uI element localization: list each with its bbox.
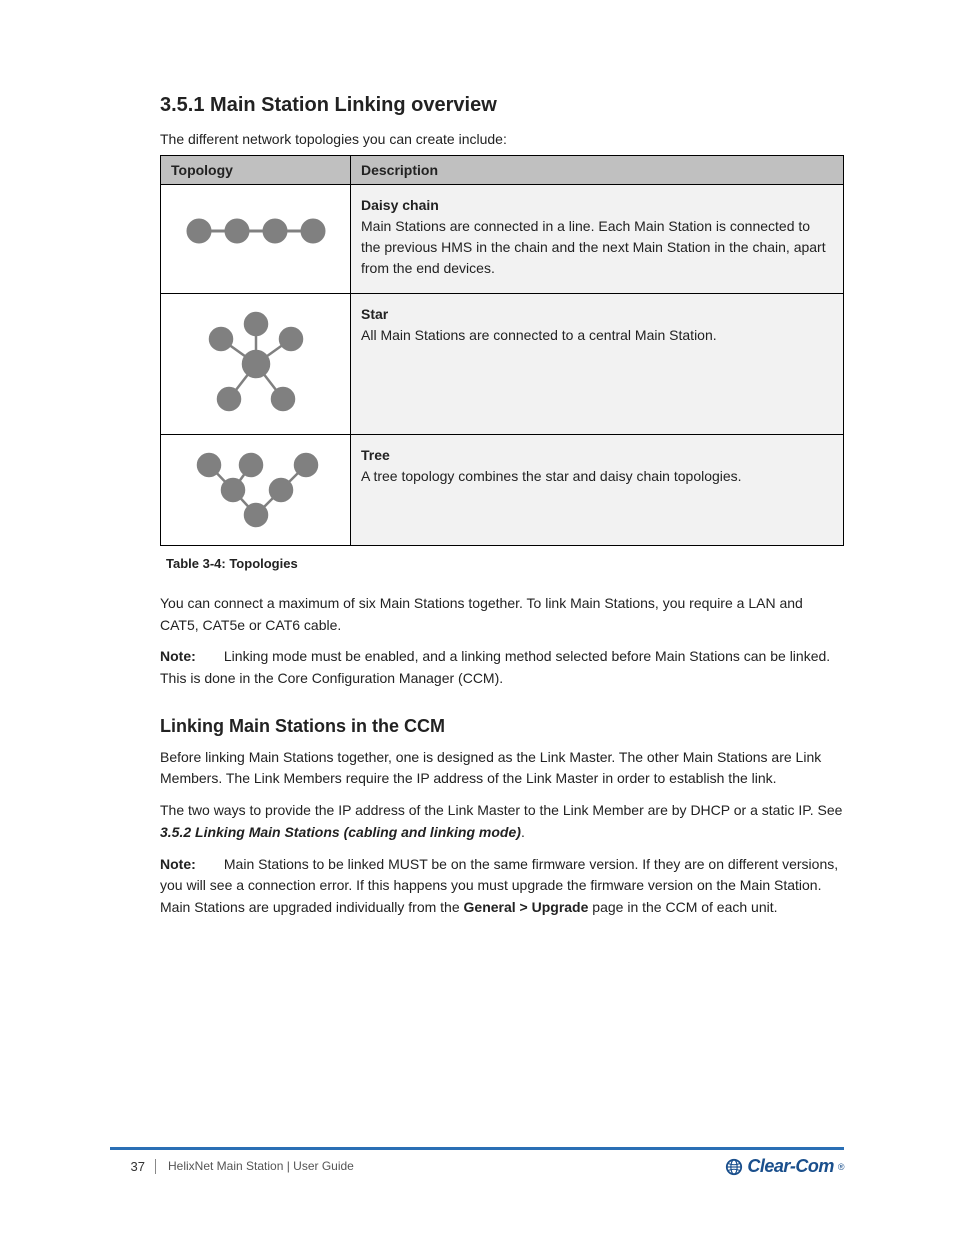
topology-table: Topology Description [160, 155, 844, 546]
footer-rule [110, 1147, 844, 1150]
row-desc: Main Stations are connected in a line. E… [361, 218, 826, 276]
note-tail: page in the CCM of each unit. [588, 899, 777, 915]
table-row: Star All Main Stations are connected to … [161, 294, 844, 435]
row-desc: A tree topology combines the star and da… [361, 468, 742, 484]
table-row: Daisy chain Main Stations are connected … [161, 185, 844, 294]
note-label: Note: [160, 646, 220, 668]
table-header-topology: Topology [161, 156, 351, 185]
registered-mark: ® [838, 1162, 844, 1172]
topology-star-icon [161, 294, 351, 435]
footer-doc-title: HelixNet Main Station | User Guide [156, 1159, 725, 1175]
row-desc: All Main Stations are connected to a cen… [361, 327, 717, 343]
sub-paragraph-2: The two ways to provide the IP address o… [160, 800, 844, 843]
sub-para2-tail: . [521, 824, 525, 840]
note-text: Linking mode must be enabled, and a link… [160, 648, 830, 686]
row-title: Star [361, 306, 388, 322]
topology-tree-desc: Tree A tree topology combines the star a… [351, 435, 844, 546]
note-2: Note: Main Stations to be linked MUST be… [160, 854, 844, 919]
sub-section-title: Linking Main Stations in the CCM [160, 716, 844, 737]
note-1: Note: Linking mode must be enabled, and … [160, 646, 844, 689]
topology-daisy-chain-desc: Daisy chain Main Stations are connected … [351, 185, 844, 294]
brand-name: Clear-Com [747, 1156, 834, 1177]
row-title: Tree [361, 447, 390, 463]
table-caption: Table 3-4: Topologies [166, 556, 844, 571]
note-label: Note: [160, 854, 220, 876]
globe-icon [725, 1158, 743, 1176]
sub-para2-lead: The two ways to provide the IP address o… [160, 802, 842, 818]
topology-star-desc: Star All Main Stations are connected to … [351, 294, 844, 435]
post-table-paragraph: You can connect a maximum of six Main St… [160, 593, 844, 636]
section-title: 3.5.1 Main Station Linking overview [160, 94, 844, 117]
brand-logo: Clear-Com ® [725, 1156, 844, 1177]
page-number: 37 [110, 1159, 156, 1174]
table-header-description: Description [351, 156, 844, 185]
topology-tree-icon [161, 435, 351, 546]
intro-line: The different network topologies you can… [160, 131, 844, 147]
topology-daisy-chain-icon [161, 185, 351, 294]
page-footer: 37 HelixNet Main Station | User Guide Cl… [110, 1147, 844, 1177]
row-title: Daisy chain [361, 197, 439, 213]
sub-paragraph-1: Before linking Main Stations together, o… [160, 747, 844, 790]
table-row: Tree A tree topology combines the star a… [161, 435, 844, 546]
note-bold-path: General > Upgrade [464, 899, 589, 915]
cross-reference-link[interactable]: 3.5.2 Linking Main Stations (cabling and… [160, 824, 521, 840]
